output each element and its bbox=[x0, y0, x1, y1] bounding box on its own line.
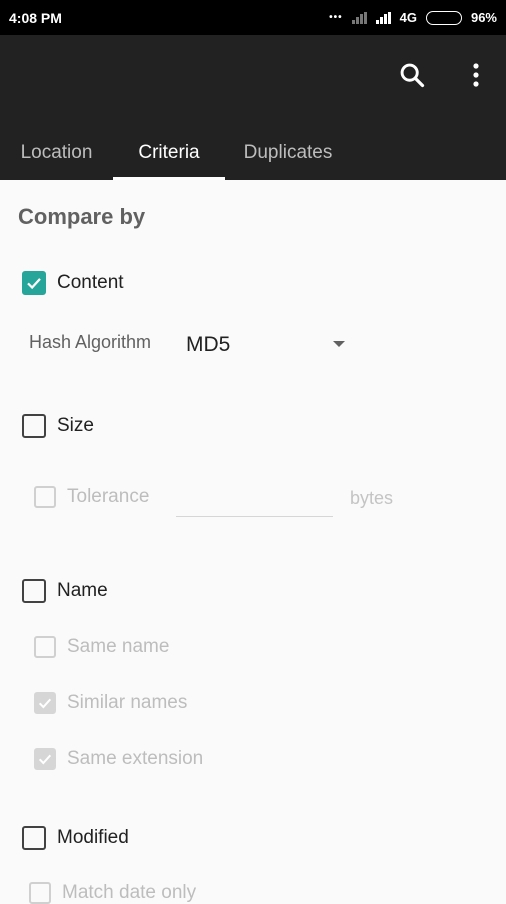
hash-algorithm-value: MD5 bbox=[186, 333, 231, 356]
check-icon bbox=[38, 698, 52, 709]
same-extension-checkbox-row[interactable]: Same extension bbox=[34, 748, 203, 770]
signal-sim1-icon bbox=[351, 11, 367, 24]
size-checkbox-row[interactable]: Size bbox=[22, 414, 94, 438]
similar-names-label: Similar names bbox=[67, 692, 188, 713]
hash-algorithm-label: Hash Algorithm bbox=[29, 332, 152, 352]
similar-names-checkbox[interactable] bbox=[34, 692, 56, 714]
battery-icon bbox=[425, 10, 462, 25]
more-options-button[interactable] bbox=[458, 57, 494, 93]
section-title: Compare by bbox=[18, 204, 146, 229]
tolerance-unit-label: bytes bbox=[350, 488, 394, 508]
tolerance-checkbox-row[interactable]: Tolerance bbox=[34, 486, 149, 508]
tab-duplicates-label: Duplicates bbox=[243, 142, 333, 163]
same-extension-label: Same extension bbox=[67, 748, 204, 769]
app-bar: Location Criteria Duplicates bbox=[0, 35, 506, 180]
hash-algorithm-select[interactable]: MD5 bbox=[186, 328, 350, 362]
content-label: Content bbox=[57, 272, 124, 293]
more-vert-icon bbox=[473, 63, 479, 87]
tolerance-label: Tolerance bbox=[67, 486, 150, 507]
size-label: Size bbox=[57, 415, 94, 436]
name-checkbox[interactable] bbox=[22, 579, 46, 603]
tab-location[interactable]: Location bbox=[0, 126, 113, 180]
status-bar: 4:08 PM ••• 4G 96% bbox=[0, 0, 506, 35]
content-checkbox[interactable] bbox=[22, 271, 46, 295]
criteria-panel: Compare by Content Hash Algorithm MD5 Si… bbox=[0, 180, 506, 904]
tab-bar: Location Criteria Duplicates bbox=[0, 126, 506, 180]
tolerance-checkbox[interactable] bbox=[34, 486, 56, 508]
network-type: 4G bbox=[399, 10, 417, 25]
modified-checkbox-row[interactable]: Modified bbox=[22, 826, 129, 850]
match-date-only-checkbox[interactable] bbox=[29, 882, 51, 904]
battery-percent: 96% bbox=[470, 10, 497, 25]
check-icon bbox=[38, 754, 52, 765]
dropdown-arrow-icon bbox=[333, 341, 345, 347]
similar-names-checkbox-row[interactable]: Similar names bbox=[34, 692, 187, 714]
search-icon bbox=[400, 63, 425, 88]
modified-checkbox[interactable] bbox=[22, 826, 46, 850]
modified-label: Modified bbox=[57, 827, 129, 848]
search-button[interactable] bbox=[394, 57, 430, 93]
same-name-checkbox[interactable] bbox=[34, 636, 56, 658]
name-label: Name bbox=[57, 580, 108, 601]
same-extension-checkbox[interactable] bbox=[34, 748, 56, 770]
tab-location-label: Location bbox=[20, 142, 93, 163]
signal-sim2-icon bbox=[375, 11, 391, 24]
signal-dots-icon: ••• bbox=[329, 12, 343, 23]
match-date-only-label: Match date only bbox=[62, 882, 197, 903]
name-checkbox-row[interactable]: Name bbox=[22, 579, 108, 603]
check-icon bbox=[27, 278, 41, 290]
status-icons: ••• 4G 96% bbox=[329, 10, 497, 25]
tab-duplicates[interactable]: Duplicates bbox=[225, 126, 351, 180]
same-name-checkbox-row[interactable]: Same name bbox=[34, 636, 169, 658]
size-checkbox[interactable] bbox=[22, 414, 46, 438]
same-name-label: Same name bbox=[67, 636, 170, 657]
tolerance-input[interactable] bbox=[176, 516, 333, 518]
tab-criteria-label: Criteria bbox=[138, 142, 200, 163]
content-checkbox-row[interactable]: Content bbox=[22, 271, 124, 295]
status-time: 4:08 PM bbox=[9, 9, 62, 26]
tab-criteria[interactable]: Criteria bbox=[113, 126, 225, 180]
match-date-only-checkbox-row[interactable]: Match date only bbox=[29, 882, 196, 904]
